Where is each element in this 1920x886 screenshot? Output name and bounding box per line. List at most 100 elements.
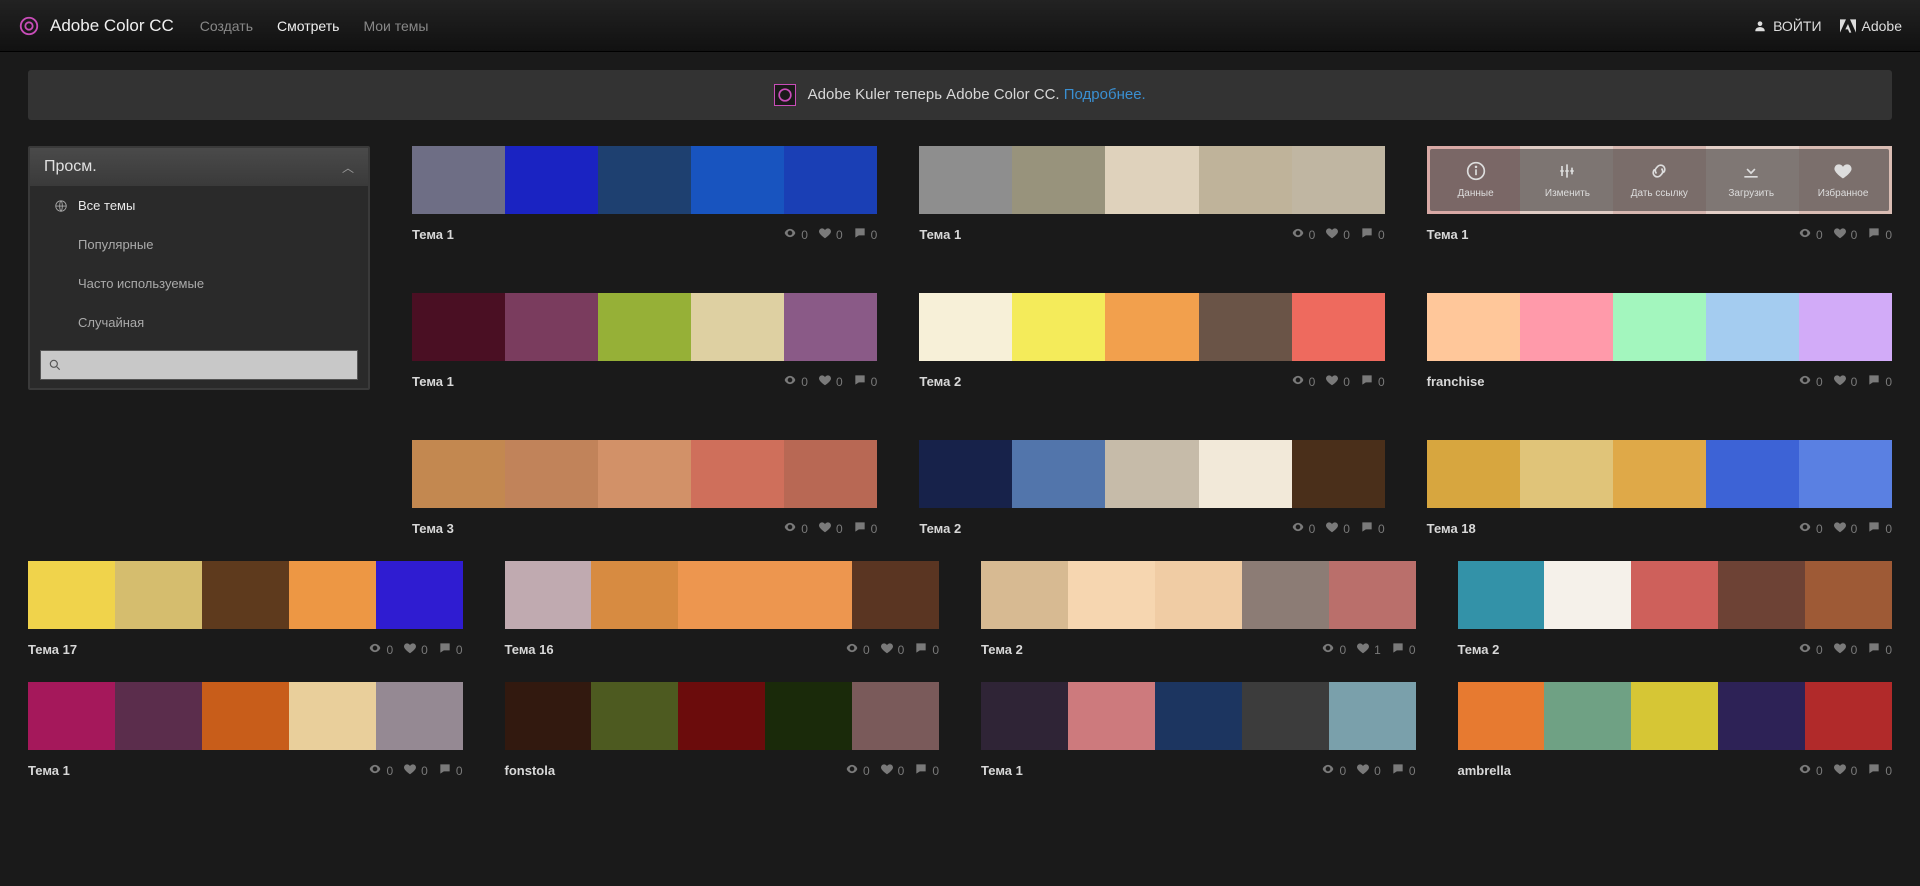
sidebar-item-2[interactable]: Часто используемые	[30, 264, 368, 303]
swatches[interactable]	[919, 146, 1384, 214]
comments-stat[interactable]: 0	[1867, 520, 1892, 537]
nav-create[interactable]: Создать	[200, 18, 253, 34]
card-title[interactable]: Тема 2	[919, 521, 961, 536]
card-meta: Тема 18000	[1427, 520, 1892, 537]
comments-stat[interactable]: 0	[1360, 520, 1385, 537]
comments-stat[interactable]: 0	[1360, 226, 1385, 243]
card-title[interactable]: Тема 1	[1427, 227, 1469, 242]
nav-browse[interactable]: Смотреть	[277, 18, 339, 34]
hover-link-button[interactable]: Дать ссылку	[1613, 149, 1705, 211]
card-title[interactable]: ambrella	[1458, 763, 1511, 778]
comments-stat[interactable]: 0	[438, 762, 463, 779]
likes-stat[interactable]: 0	[1833, 226, 1858, 243]
comments-stat[interactable]: 0	[1867, 762, 1892, 779]
likes-stat[interactable]: 0	[1833, 373, 1858, 390]
views-stat: 0	[845, 762, 870, 779]
likes-stat[interactable]: 0	[1356, 762, 1381, 779]
likes-stat[interactable]: 0	[880, 762, 905, 779]
logo-area: Adobe Color CC	[18, 15, 174, 37]
likes-stat[interactable]: 0	[403, 641, 428, 658]
sidebar-item-3[interactable]: Случайная	[30, 303, 368, 342]
card-title[interactable]: Тема 17	[28, 642, 77, 657]
theme-card: Тема 1000	[981, 682, 1416, 779]
swatches[interactable]	[412, 293, 877, 361]
comments-stat[interactable]: 0	[1867, 226, 1892, 243]
card-title[interactable]: Тема 1	[981, 763, 1023, 778]
likes-stat[interactable]: 0	[818, 226, 843, 243]
comments-stat[interactable]: 0	[853, 520, 878, 537]
hover-edit-button[interactable]: Изменить	[1522, 149, 1614, 211]
sidebar-item-1[interactable]: Популярные	[30, 225, 368, 264]
card-title[interactable]: Тема 1	[919, 227, 961, 242]
card-title[interactable]: Тема 2	[919, 374, 961, 389]
likes-stat[interactable]: 0	[818, 373, 843, 390]
comments-stat[interactable]: 0	[853, 226, 878, 243]
card-title[interactable]: Тема 2	[1458, 642, 1500, 657]
swatches[interactable]	[981, 561, 1416, 629]
comments-stat[interactable]: 0	[1867, 373, 1892, 390]
likes-stat[interactable]: 0	[1833, 762, 1858, 779]
card-title[interactable]: Тема 1	[412, 227, 454, 242]
card-title[interactable]: Тема 18	[1427, 521, 1476, 536]
comments-stat[interactable]: 0	[1360, 373, 1385, 390]
likes-stat[interactable]: 0	[1325, 226, 1350, 243]
swatches[interactable]	[412, 146, 877, 214]
swatches[interactable]	[505, 682, 940, 750]
likes-stat[interactable]: 0	[1833, 641, 1858, 658]
comments-stat[interactable]: 0	[914, 641, 939, 658]
likes-stat[interactable]: 0	[1325, 373, 1350, 390]
views-stat: 0	[1798, 762, 1823, 779]
swatches[interactable]	[1458, 561, 1893, 629]
swatches[interactable]	[981, 682, 1416, 750]
sidebar-item-0[interactable]: Все темы	[30, 186, 368, 225]
likes-stat[interactable]: 0	[403, 762, 428, 779]
adobe-link[interactable]: Adobe	[1840, 18, 1902, 34]
comments-stat[interactable]: 0	[1391, 762, 1416, 779]
card-title[interactable]: fonstola	[505, 763, 556, 778]
swatches[interactable]	[1427, 293, 1892, 361]
comments-stat[interactable]: 0	[1391, 641, 1416, 658]
swatches[interactable]	[1458, 682, 1893, 750]
likes-stat[interactable]: 0	[1833, 520, 1858, 537]
swatches[interactable]	[28, 561, 463, 629]
comment-icon	[1360, 373, 1374, 390]
card-title[interactable]: Тема 1	[412, 374, 454, 389]
banner-app-icon	[774, 84, 796, 106]
nav-my-themes[interactable]: Мои темы	[363, 18, 428, 34]
hover-favorite-button[interactable]: Избранное	[1797, 149, 1889, 211]
login-button[interactable]: ВОЙТИ	[1753, 18, 1821, 34]
hover-data-button[interactable]: Данные	[1430, 149, 1522, 211]
comments-stat[interactable]: 0	[853, 373, 878, 390]
card-title[interactable]: Тема 1	[28, 763, 70, 778]
swatches[interactable]	[919, 293, 1384, 361]
card-title[interactable]: Тема 2	[981, 642, 1023, 657]
swatch	[1544, 682, 1631, 750]
views-count: 0	[1309, 228, 1316, 242]
swatches[interactable]: ДанныеИзменитьДать ссылкуЗагрузитьИзбран…	[1427, 146, 1892, 214]
swatch	[1105, 146, 1198, 214]
comments-stat[interactable]: 0	[1867, 641, 1892, 658]
hover-download-button[interactable]: Загрузить	[1705, 149, 1797, 211]
card-title[interactable]: franchise	[1427, 374, 1485, 389]
swatches[interactable]	[919, 440, 1384, 508]
swatch	[412, 440, 505, 508]
likes-stat[interactable]: 0	[818, 520, 843, 537]
sidebar-header[interactable]: Просм.︿	[30, 148, 368, 186]
likes-stat[interactable]: 0	[880, 641, 905, 658]
card-title[interactable]: Тема 3	[412, 521, 454, 536]
likes-stat[interactable]: 0	[1325, 520, 1350, 537]
search-input[interactable]	[40, 350, 358, 380]
views-count: 0	[1339, 643, 1346, 657]
swatches[interactable]	[412, 440, 877, 508]
theme-card: Тема 2000	[1458, 561, 1893, 658]
swatches[interactable]	[505, 561, 940, 629]
banner-link[interactable]: Подробнее.	[1064, 86, 1146, 103]
card-title[interactable]: Тема 16	[505, 642, 554, 657]
hover-overlay: ДанныеИзменитьДать ссылкуЗагрузитьИзбран…	[1430, 149, 1889, 211]
swatches[interactable]	[28, 682, 463, 750]
swatches[interactable]	[1427, 440, 1892, 508]
likes-stat[interactable]: 1	[1356, 641, 1381, 658]
comments-stat[interactable]: 0	[438, 641, 463, 658]
comments-stat[interactable]: 0	[914, 762, 939, 779]
swatch	[1706, 440, 1799, 508]
